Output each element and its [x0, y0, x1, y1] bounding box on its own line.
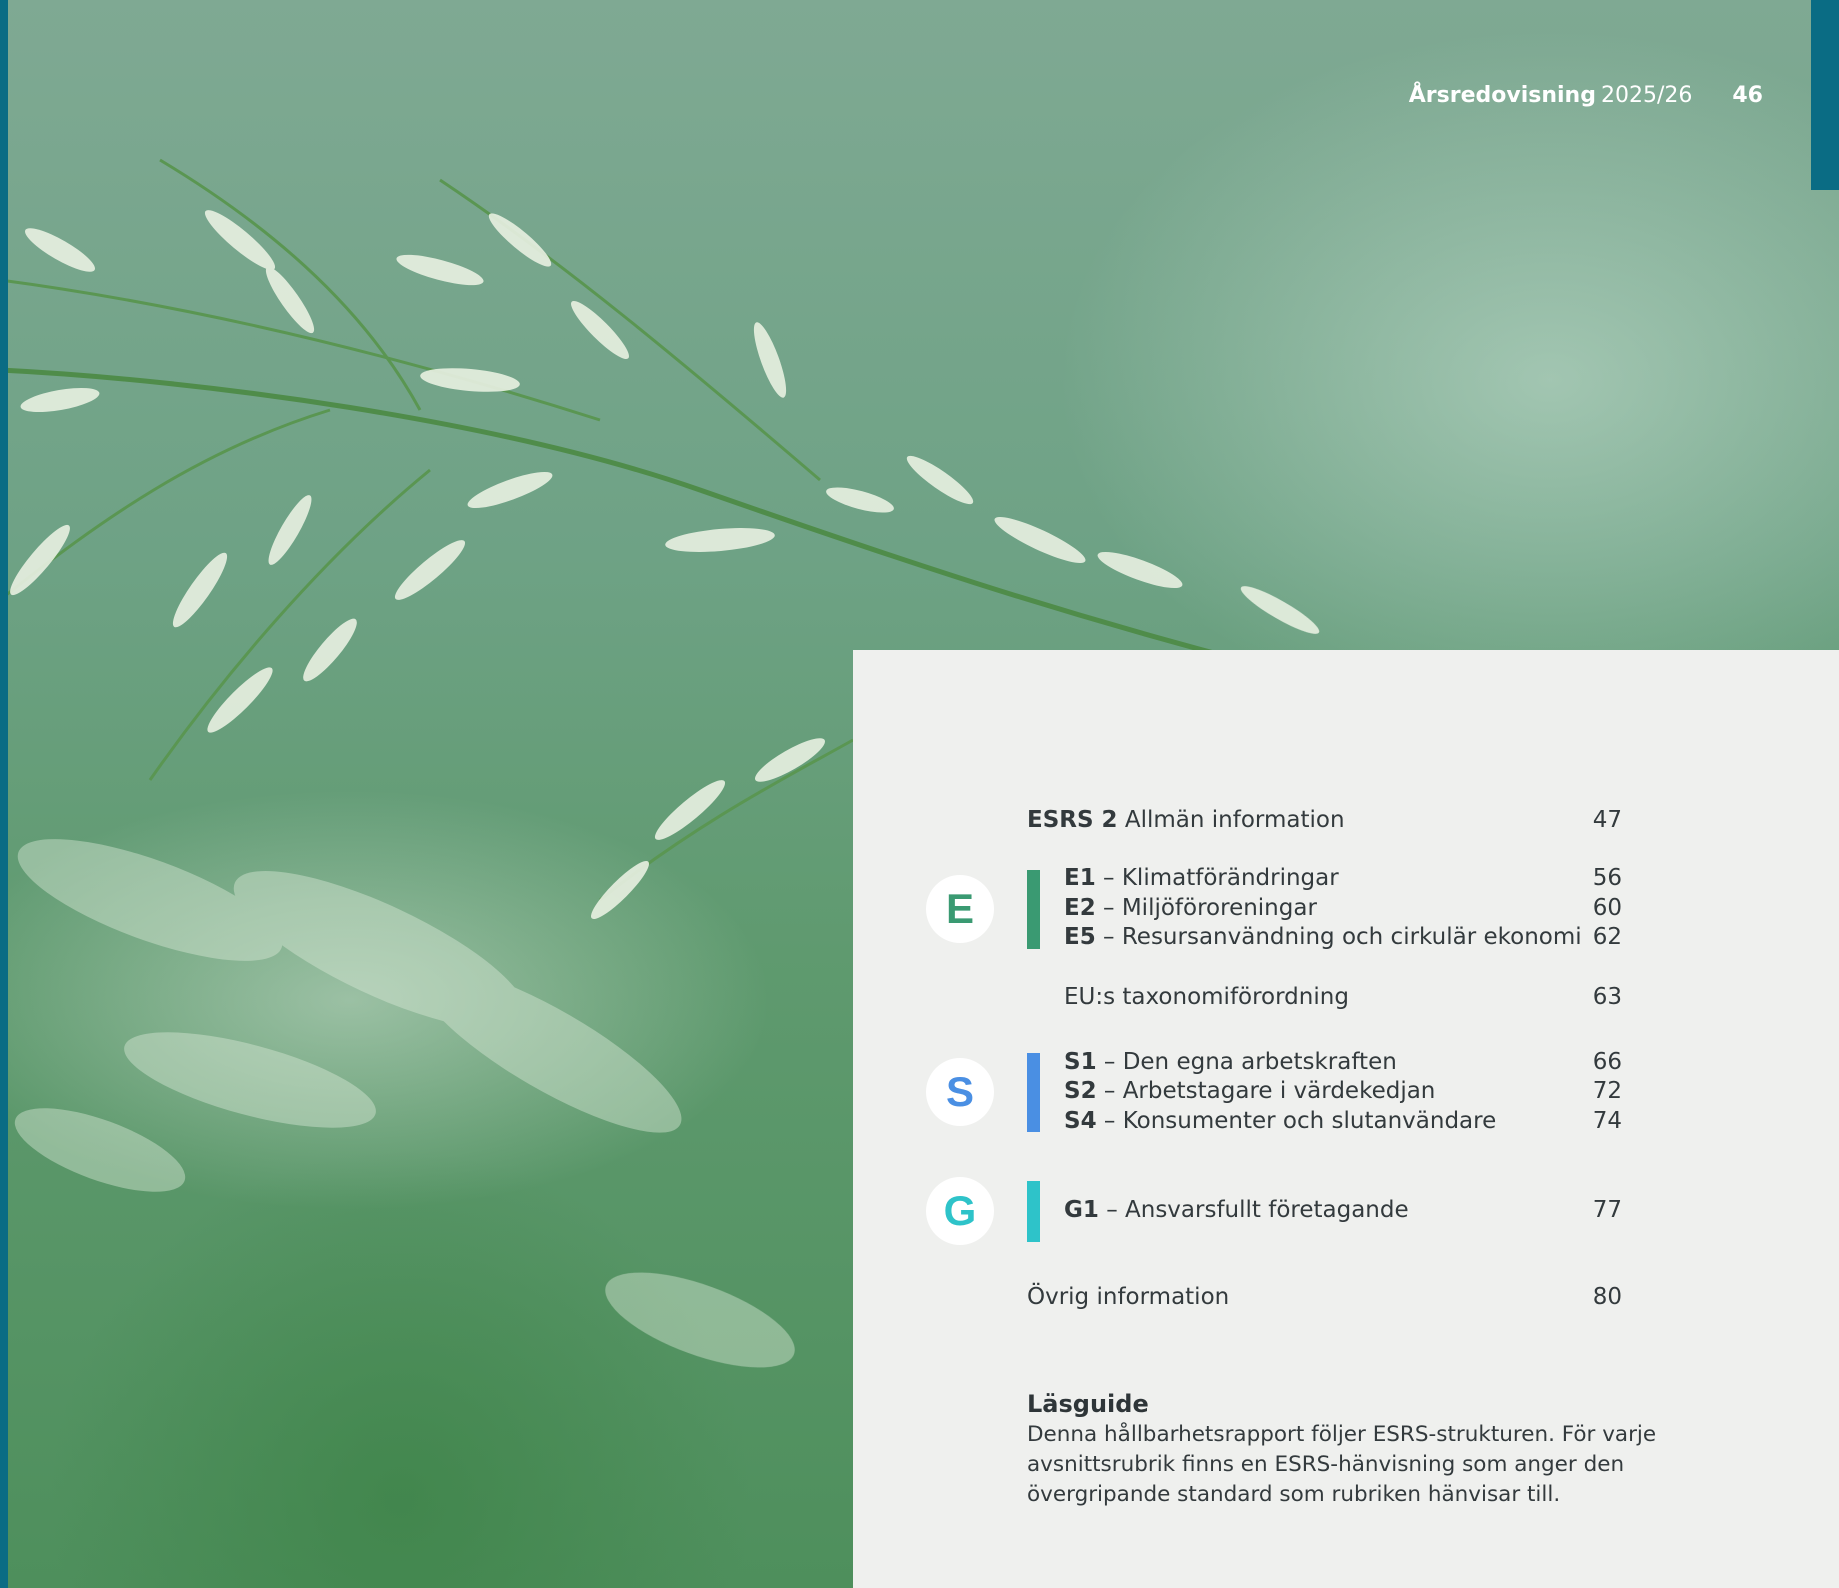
toc-item-page: 72 — [1592, 1078, 1622, 1104]
reading-guide-title: Läsguide — [1027, 1390, 1149, 1418]
toc-item-page: 47 — [1592, 807, 1622, 833]
toc-item-label: S4 – Konsumenter och slutanvändare — [1064, 1106, 1496, 1136]
page-header: Årsredovisning 2025/26 46 — [1409, 83, 1763, 108]
toc-item-s2[interactable]: S2 – Arbetstagare i värdekedjan 72 — [853, 1076, 1839, 1106]
toc-item-s4[interactable]: S4 – Konsumenter och slutanvändare 74 — [853, 1106, 1839, 1136]
toc-item-label: E1 – Klimatförändringar — [1064, 863, 1339, 893]
toc-item-title: – Resursanvändning och cirkulär ekonomi — [1095, 924, 1582, 950]
toc-item-code: ESRS 2 — [1027, 807, 1118, 833]
toc-item-page: 56 — [1592, 865, 1622, 891]
report-year: 2025/26 — [1600, 83, 1693, 108]
toc-item-code: S4 — [1064, 1108, 1097, 1134]
page-number: 46 — [1732, 83, 1763, 108]
toc-item-label: E5 – Resursanvändning och cirkulär ekono… — [1064, 922, 1582, 952]
report-title: Årsredovisning — [1408, 83, 1596, 108]
toc-item-g1[interactable]: G1 – Ansvarsfullt företagande 77 — [853, 1195, 1839, 1225]
toc-item-taxonomy[interactable]: EU:s taxonomiförordning 63 — [853, 982, 1839, 1012]
toc-item-page: 62 — [1592, 924, 1622, 950]
toc-item-title: Allmän information — [1124, 807, 1345, 833]
toc-item-label: S1 – Den egna arbetskraften — [1064, 1047, 1397, 1077]
toc-item-code: E1 — [1064, 865, 1096, 891]
reading-guide-text: Denna hållbarhetsrapport följer ESRS-str… — [1027, 1422, 1657, 1507]
toc-item-label: S2 – Arbetstagare i värdekedjan — [1064, 1076, 1435, 1106]
toc-item-title: EU:s taxonomiförordning — [1064, 984, 1349, 1010]
toc-item-title: – Klimatförändringar — [1095, 865, 1339, 891]
toc-item-page: 63 — [1592, 984, 1622, 1010]
toc-item-label: G1 – Ansvarsfullt företagande — [1064, 1195, 1409, 1225]
toc-item-page: 66 — [1592, 1049, 1622, 1075]
toc-item-e5[interactable]: E5 – Resursanvändning och cirkulär ekono… — [853, 922, 1839, 952]
toc-item-label: E2 – Miljöföroreningar — [1064, 893, 1317, 923]
toc-item-e2[interactable]: E2 – Miljöföroreningar 60 — [853, 893, 1839, 923]
toc-item-code: E5 — [1064, 924, 1096, 950]
toc-item-page: 74 — [1592, 1108, 1622, 1134]
toc-item-title: – Den egna arbetskraften — [1096, 1049, 1397, 1075]
toc-item-esrs2[interactable]: ESRS 2 Allmän information 47 — [853, 805, 1839, 835]
table-of-contents-panel: ESRS 2 Allmän information 47 E E1 – Klim… — [853, 650, 1839, 1588]
toc-item-title: Övrig information — [1027, 1284, 1230, 1310]
toc-item-e1[interactable]: E1 – Klimatförändringar 56 — [853, 863, 1839, 893]
toc-item-other[interactable]: Övrig information 80 — [853, 1282, 1839, 1312]
toc-item-title: – Ansvarsfullt företagande — [1098, 1197, 1409, 1223]
left-accent-strip — [0, 0, 8, 1588]
toc-item-page: 60 — [1592, 895, 1622, 921]
toc-item-page: 80 — [1592, 1284, 1622, 1310]
corner-accent-tab — [1811, 0, 1839, 190]
toc-item-title: – Miljöföroreningar — [1095, 895, 1317, 921]
toc-item-code: G1 — [1064, 1197, 1099, 1223]
toc-item-code: S1 — [1064, 1049, 1097, 1075]
toc-item-code: E2 — [1064, 895, 1096, 921]
toc-item-title: – Arbetstagare i värdekedjan — [1096, 1078, 1436, 1104]
toc-item-title: – Konsumenter och slutanvändare — [1096, 1108, 1497, 1134]
toc-item-s1[interactable]: S1 – Den egna arbetskraften 66 — [853, 1047, 1839, 1077]
toc-item-code: S2 — [1064, 1078, 1097, 1104]
toc-item-page: 77 — [1592, 1197, 1622, 1223]
toc-item-label: ESRS 2 Allmän information — [1027, 805, 1345, 835]
